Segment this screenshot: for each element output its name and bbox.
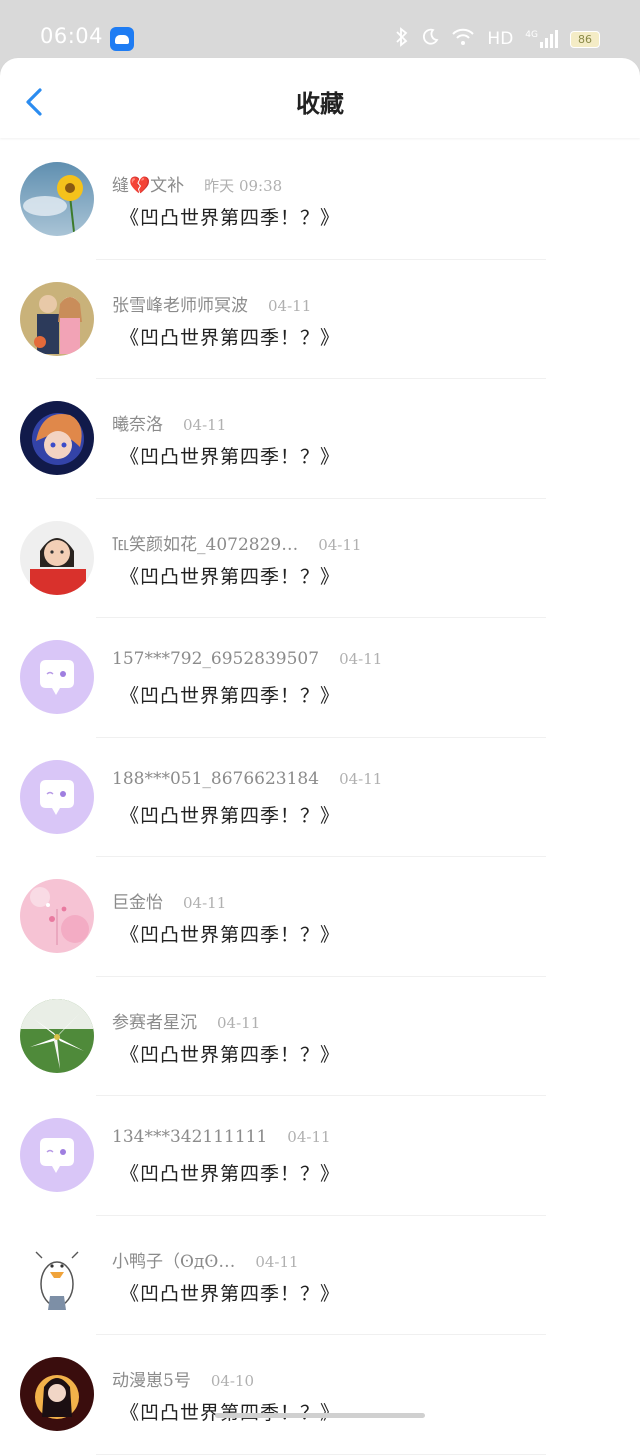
- item-meta: 动漫崽5号 04-10: [112, 1366, 254, 1391]
- list-item[interactable]: 188***051_8676623184 04-11 《凹凸世界第四季！？》: [0, 738, 640, 857]
- timestamp: 04-11: [183, 894, 227, 912]
- avatar[interactable]: [20, 401, 94, 475]
- user-name: 134***342111111: [112, 1127, 268, 1147]
- user-name: 小鸭子（ʘдʘ…: [112, 1251, 236, 1272]
- bluetooth-icon: [395, 26, 409, 52]
- timestamp: 04-11: [287, 1128, 331, 1146]
- user-name: 张雪峰老师师冥波: [112, 295, 248, 316]
- favorite-content: 《凹凸世界第四季！？》: [120, 685, 341, 707]
- list-item[interactable]: 小鸭子（ʘдʘ… 04-11 《凹凸世界第四季！？》: [0, 1216, 640, 1335]
- avatar[interactable]: [20, 1237, 94, 1312]
- avatar[interactable]: [20, 520, 94, 595]
- favorite-content: 《凹凸世界第四季！？》: [120, 326, 341, 349]
- list-item[interactable]: 动漫崽5号 04-10 《凹凸世界第四季！？》: [0, 1335, 640, 1455]
- avatar[interactable]: [20, 281, 94, 356]
- list-item[interactable]: 157***792_6952839507 04-11 《凹凸世界第四季！？》: [0, 618, 640, 738]
- user-name: 曦奈洛: [112, 415, 163, 435]
- list-item[interactable]: ℡笑颜如花_4072829… 04-11 《凹凸世界第四季！？》: [0, 499, 640, 618]
- list-item[interactable]: 参赛者星沉 04-11 《凹凸世界第四季！？》: [0, 977, 640, 1096]
- user-name: ℡笑颜如花_4072829…: [112, 534, 299, 555]
- avatar[interactable]: [20, 1357, 94, 1431]
- timestamp: 04-10: [210, 1372, 255, 1390]
- status-icons: HD 4G 86: [395, 26, 600, 52]
- item-meta: 缝💔文补 昨天 09:38: [112, 171, 282, 196]
- avatar[interactable]: [20, 998, 94, 1073]
- timestamp: 04-11: [339, 769, 383, 788]
- item-meta: 188***051_8676623184 04-11: [112, 769, 382, 789]
- user-name: 巨金怡: [112, 893, 163, 913]
- favorite-content: 《凹凸世界第四季！？》: [120, 1282, 341, 1305]
- item-meta: 参赛者星沉 04-11: [112, 1008, 260, 1033]
- favorite-content: 《凹凸世界第四季！？》: [120, 446, 341, 468]
- list-item[interactable]: 缝💔文补 昨天 09:38 《凹凸世界第四季！？》: [0, 140, 640, 260]
- timestamp: 04-11: [339, 650, 383, 668]
- item-meta: 张雪峰老师师冥波 04-11: [112, 291, 311, 316]
- moon-icon: [421, 28, 439, 51]
- list-item[interactable]: 巨金怡 04-11 《凹凸世界第四季！？》: [0, 857, 640, 977]
- favorite-content: 《凹凸世界第四季！？》: [120, 924, 341, 946]
- favorites-list: 缝💔文补 昨天 09:38 《凹凸世界第四季！？》 张雪峰老师师冥波 04-11 《凹凸世…: [0, 140, 640, 1455]
- android-app-icon: [110, 27, 134, 51]
- user-name: 188***051_8676623184: [112, 768, 320, 789]
- avatar[interactable]: [20, 759, 94, 834]
- list-item[interactable]: 134***342111111 04-11 《凹凸世界第四季！？》: [0, 1096, 640, 1216]
- item-meta: 134***342111111 04-11: [112, 1127, 331, 1147]
- favorite-content: 《凹凸世界第四季！？》: [120, 1043, 341, 1066]
- favorite-content: 《凹凸世界第四季！？》: [120, 1163, 341, 1185]
- timestamp: 04-11: [255, 1252, 299, 1271]
- divider: [96, 1453, 546, 1455]
- favorite-content: 《凹凸世界第四季！？》: [120, 804, 341, 827]
- wifi-icon: [451, 28, 475, 51]
- favorite-content: 《凹凸世界第四季！？》: [120, 1398, 340, 1425]
- favorite-content: 《凹凸世界第四季！？》: [120, 565, 341, 588]
- battery-indicator: 86: [570, 30, 600, 48]
- user-name: 动漫崽5号: [112, 1371, 191, 1391]
- page-title: 收藏: [296, 89, 344, 118]
- item-meta: ℡笑颜如花_4072829… 04-11: [112, 530, 361, 555]
- avatar[interactable]: [20, 1118, 94, 1192]
- avatar[interactable]: [20, 879, 94, 953]
- timestamp: 04-11: [268, 296, 312, 315]
- avatar[interactable]: [20, 162, 94, 236]
- header: 收藏: [0, 58, 640, 138]
- status-time: 06:04: [40, 24, 104, 48]
- item-meta: 小鸭子（ʘдʘ… 04-11: [112, 1247, 299, 1272]
- timestamp: 04-11: [183, 416, 227, 434]
- user-name: 缝💔文补: [112, 176, 185, 196]
- signal-label: 4G: [525, 30, 538, 40]
- item-meta: 157***792_6952839507 04-11: [112, 649, 382, 669]
- timestamp: 昨天 09:38: [204, 177, 283, 195]
- home-indicator: [215, 1413, 425, 1418]
- user-name: 参赛者星沉: [112, 1012, 197, 1033]
- favorite-content: 《凹凸世界第四季！？》: [120, 207, 341, 229]
- signal-icon: 4G: [525, 30, 558, 48]
- list-item[interactable]: 张雪峰老师师冥波 04-11 《凹凸世界第四季！？》: [0, 260, 640, 379]
- avatar[interactable]: [20, 640, 94, 714]
- item-meta: 曦奈洛 04-11: [112, 410, 226, 435]
- item-meta: 巨金怡 04-11: [112, 888, 226, 913]
- list-item[interactable]: 曦奈洛 04-11 《凹凸世界第四季！？》: [0, 379, 640, 499]
- timestamp: 04-11: [318, 535, 362, 554]
- timestamp: 04-11: [217, 1013, 261, 1032]
- network-label: HD: [487, 29, 514, 49]
- user-name: 157***792_6952839507: [112, 649, 320, 669]
